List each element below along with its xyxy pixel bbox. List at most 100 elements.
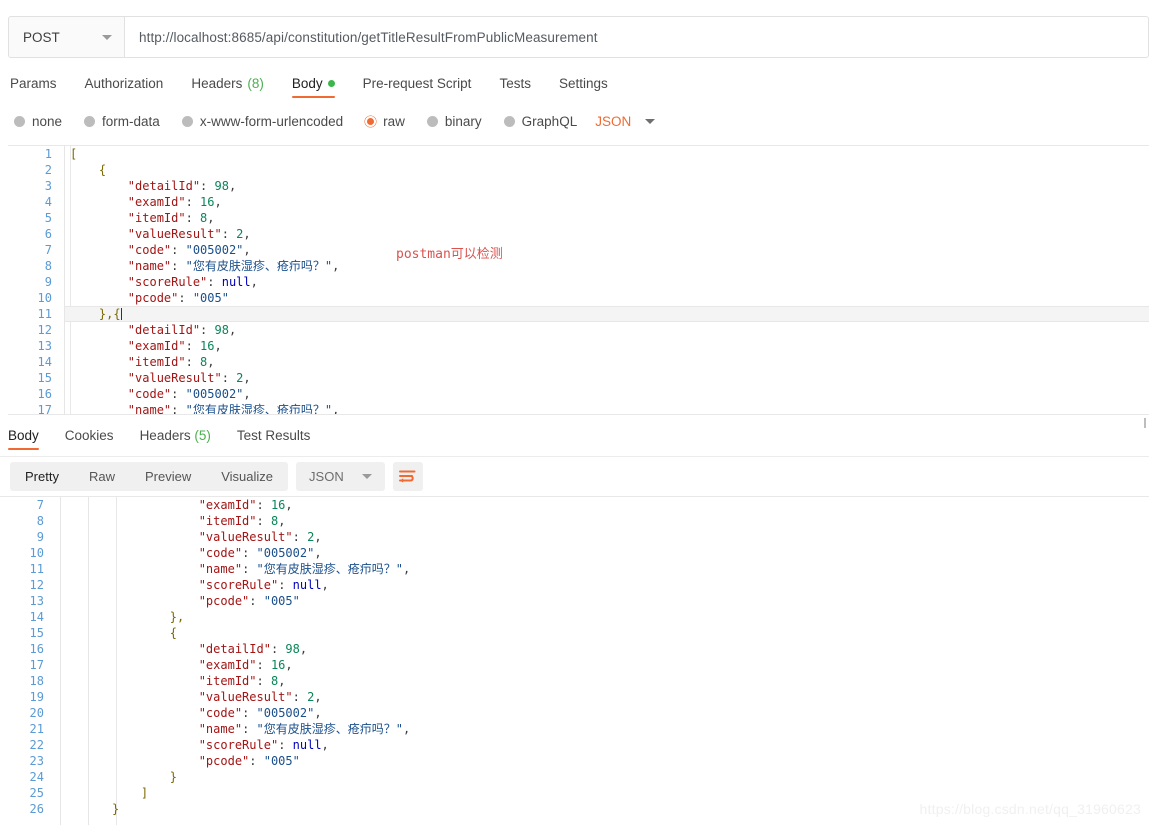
code-line: 16 "code": "005002", <box>8 386 1149 402</box>
response-tab-test-results[interactable]: Test Results <box>237 428 311 450</box>
body-type-graphql[interactable]: GraphQL <box>503 114 577 129</box>
view-mode-preview[interactable]: Preview <box>130 462 206 491</box>
request-tab-authorization[interactable]: Authorization <box>85 76 164 98</box>
code-text: "itemId": 8, <box>198 514 286 528</box>
code-line: 23 "pcode": "005" <box>0 753 1149 769</box>
code-line: 20 "code": "005002", <box>0 705 1149 721</box>
view-mode-raw[interactable]: Raw <box>74 462 130 491</box>
code-text: "detailId": 98, <box>127 179 237 193</box>
code-line: 10 "pcode": "005" <box>8 290 1149 306</box>
code-line: 16 "detailId": 98, <box>0 641 1149 657</box>
response-format-dropdown[interactable]: JSON <box>296 462 385 491</box>
line-number: 8 <box>44 259 52 273</box>
radio-icon <box>503 115 515 127</box>
view-mode-group: Pretty Raw Preview Visualize <box>10 462 289 491</box>
code-line: 7 "examId": 16, <box>0 497 1149 513</box>
url-text: http://localhost:8685/api/constitution/g… <box>139 29 598 45</box>
line-number: 26 <box>29 802 44 816</box>
radio-icon <box>365 115 377 127</box>
code-text: "valueResult": 2, <box>198 530 322 544</box>
code-text: "detailId": 98, <box>127 323 237 337</box>
raw-format-dropdown[interactable]: JSON <box>595 114 656 129</box>
code-line: 18 "itemId": 8, <box>0 673 1149 689</box>
http-method-dropdown[interactable]: POST <box>8 16 125 58</box>
code-line: 13 "examId": 16, <box>8 338 1149 354</box>
line-number: 21 <box>29 722 44 736</box>
tab-label: Params <box>10 76 57 91</box>
request-tab-settings[interactable]: Settings <box>559 76 608 98</box>
chevron-down-icon <box>645 118 656 124</box>
code-line: 5 "itemId": 8, <box>8 210 1149 226</box>
request-tab-pre-request-script[interactable]: Pre-request Script <box>363 76 472 98</box>
tab-label: Body <box>8 428 39 443</box>
code-text: "name": "您有皮肤湿疹、疮疖吗？", <box>127 259 340 273</box>
line-number: 19 <box>29 690 44 704</box>
body-type-x-www-form-urlencoded[interactable]: x-www-form-urlencoded <box>181 113 344 129</box>
response-tab-headers[interactable]: Headers (5) <box>140 428 211 450</box>
line-number: 11 <box>37 307 52 321</box>
body-type-raw[interactable]: raw <box>365 114 405 129</box>
code-text: } <box>112 770 178 784</box>
response-viewer-toolbar: Pretty Raw Preview Visualize JSON <box>10 462 423 491</box>
code-line: 17 "examId": 16, <box>0 657 1149 673</box>
code-text: "name": "您有皮肤湿疹、疮疖吗？", <box>127 403 340 415</box>
code-text: "pcode": "005" <box>198 754 300 768</box>
line-number: 13 <box>37 339 52 353</box>
response-tab-body[interactable]: Body <box>8 428 39 450</box>
tab-label: Cookies <box>64 428 114 443</box>
body-type-radio-group: none form-data x-www-form-urlencoded raw bin… <box>14 110 656 132</box>
request-body-editor[interactable]: 1[2 {3 "detailId": 98, 4 "examId": 16, 5 "… <box>8 145 1149 415</box>
code-line: 4 "examId": 16, <box>8 194 1149 210</box>
code-line: 14 "itemId": 8, <box>8 354 1149 370</box>
response-format-label: JSON <box>309 469 344 484</box>
code-line: 13 "pcode": "005" <box>0 593 1149 609</box>
request-tab-headers[interactable]: Headers (8) <box>191 76 264 98</box>
watermark: https://blog.csdn.net/qq_31960623 <box>919 801 1141 817</box>
line-number: 3 <box>44 179 52 193</box>
request-tab-tests[interactable]: Tests <box>499 76 531 98</box>
radio-icon <box>426 115 438 127</box>
code-line: 9 "scoreRule": null, <box>8 274 1149 290</box>
body-type-form-data[interactable]: form-data <box>84 114 160 129</box>
response-body-viewer[interactable]: 7 "examId": 16, 8 "itemId": 8, 9 "valueRes… <box>0 496 1149 825</box>
code-line: 22 "scoreRule": null, <box>0 737 1149 753</box>
line-number: 15 <box>29 626 44 640</box>
code-text: } <box>112 802 120 816</box>
request-tab-body[interactable]: Body <box>291 76 335 98</box>
radio-icon <box>14 115 25 127</box>
line-number: 1 <box>44 147 52 161</box>
view-mode-visualize[interactable]: Visualize <box>206 462 288 491</box>
code-line: 3 "detailId": 98, <box>8 178 1149 194</box>
response-tab-cookies[interactable]: Cookies <box>65 428 114 450</box>
http-method-label: POST <box>23 29 60 45</box>
code-text: "pcode": "005" <box>127 291 229 305</box>
radio-icon <box>84 115 96 127</box>
view-mode-pretty[interactable]: Pretty <box>10 462 74 491</box>
line-number: 10 <box>37 291 52 305</box>
code-line: 19 "valueResult": 2, <box>0 689 1149 705</box>
code-text: "scoreRule": null, <box>198 738 329 752</box>
chevron-down-icon <box>361 474 372 479</box>
code-line: 9 "valueResult": 2, <box>0 529 1149 545</box>
line-number: 17 <box>29 658 44 672</box>
code-line: 8 "itemId": 8, <box>0 513 1149 529</box>
code-text: "name": "您有皮肤湿疹、疮疖吗？", <box>198 562 411 576</box>
code-line: 10 "code": "005002", <box>0 545 1149 561</box>
code-text: "detailId": 98, <box>198 642 308 656</box>
body-type-none[interactable]: none <box>14 114 62 129</box>
request-tabs: Params Authorization Headers (8) Body Pre-req… <box>10 72 636 98</box>
url-input[interactable]: http://localhost:8685/api/constitution/g… <box>125 16 1149 58</box>
code-line: 14 }, <box>0 609 1149 625</box>
code-text: "name": "您有皮肤湿疹、疮疖吗？", <box>198 722 411 736</box>
code-line: 12 "detailId": 98, <box>8 322 1149 338</box>
code-text: "code": "005002", <box>198 546 322 560</box>
request-tab-params[interactable]: Params <box>10 76 57 98</box>
body-type-label: x-www-form-urlencoded <box>199 113 344 129</box>
body-type-binary[interactable]: binary <box>426 114 482 129</box>
wrap-lines-button[interactable] <box>392 462 423 491</box>
line-number: 7 <box>44 243 52 257</box>
code-line: 17 "name": "您有皮肤湿疹、疮疖吗？", <box>8 402 1149 415</box>
code-line: 11 "name": "您有皮肤湿疹、疮疖吗？", <box>0 561 1149 577</box>
line-number: 14 <box>37 355 52 369</box>
tab-label: Body <box>291 76 323 91</box>
